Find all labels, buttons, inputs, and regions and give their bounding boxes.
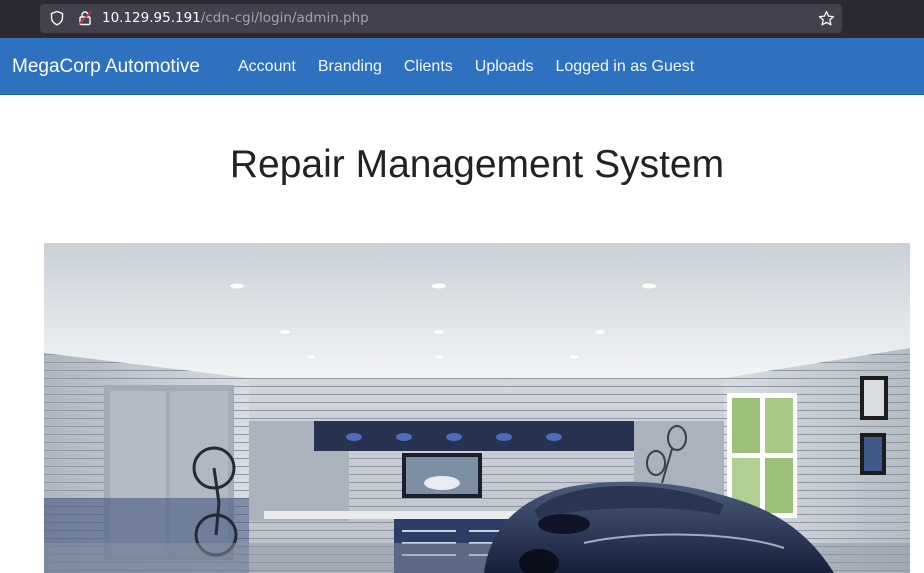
url-path: /cdn-cgi/login/admin.php [200, 10, 369, 26]
star-icon[interactable] [818, 10, 835, 27]
nav-item-account[interactable]: Account [227, 58, 307, 76]
nav-item-clients[interactable]: Clients [393, 58, 464, 76]
site-navbar: MegaCorp Automotive Account Branding Cli… [0, 38, 924, 95]
brand-link[interactable]: MegaCorp Automotive [12, 38, 200, 95]
browser-toolbar: 10.129.95.191/cdn-cgi/login/admin.php [0, 0, 924, 38]
url-text[interactable]: 10.129.95.191/cdn-cgi/login/admin.php [102, 10, 369, 27]
nav-item-uploads[interactable]: Uploads [464, 58, 545, 76]
nav-menu: Account Branding Clients Uploads Logged … [227, 38, 705, 95]
page-title: Repair Management System [229, 143, 725, 186]
nav-item-logged-in-status[interactable]: Logged in as Guest [544, 58, 705, 76]
url-host: 10.129.95.191 [102, 10, 201, 26]
address-bar[interactable]: 10.129.95.191/cdn-cgi/login/admin.php [40, 4, 842, 33]
shield-icon[interactable] [49, 10, 65, 26]
hero-image [44, 243, 910, 573]
nav-item-branding[interactable]: Branding [307, 58, 393, 76]
lock-icon[interactable] [77, 10, 93, 26]
garage-illustration [44, 243, 910, 573]
